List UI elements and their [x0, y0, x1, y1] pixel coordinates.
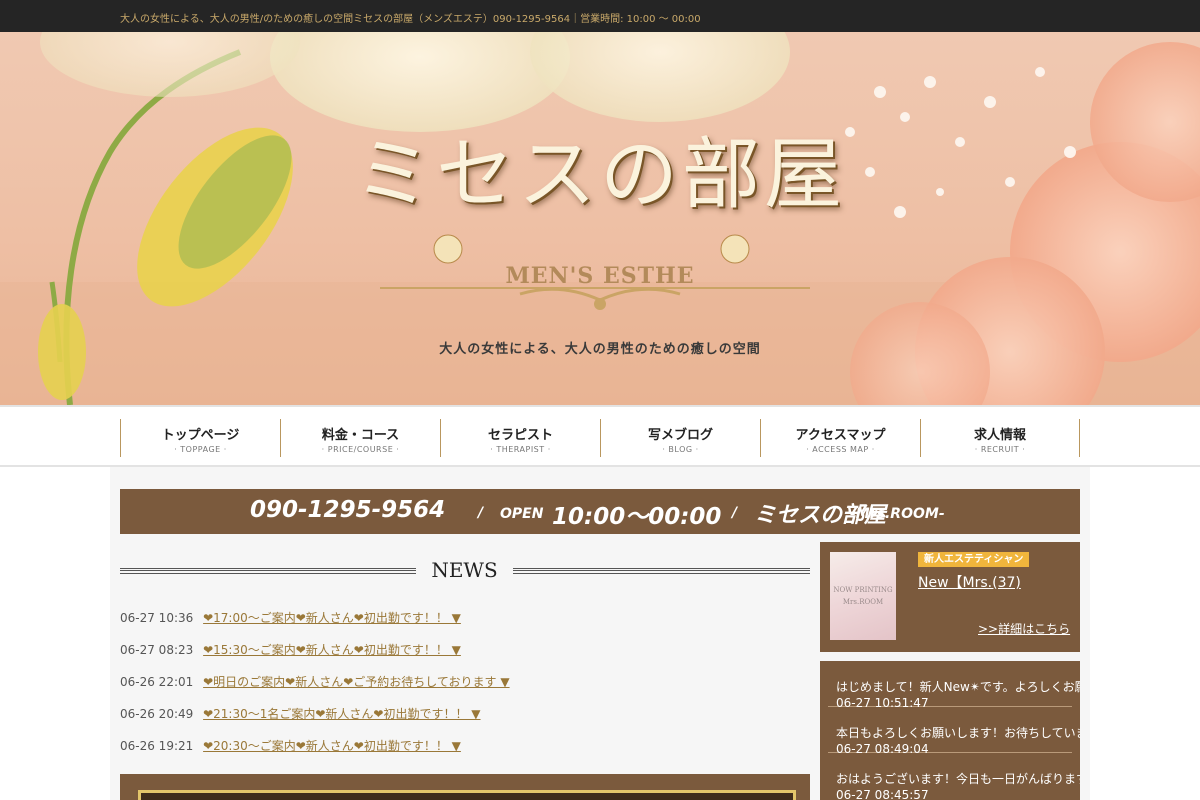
top-info-bar: 大人の女性による、大人の男性/のための癒しの空間ミセスの部屋（メンズエステ）09… [0, 0, 1200, 32]
blog-entry-title[interactable]: はじめまして！新人New✴です。よろしくお願いいたします！ [836, 678, 1080, 695]
news-heading-rule [513, 568, 810, 574]
news-date: 06-27 10:36 [120, 611, 194, 625]
nav-sub: · ACCESS MAP · [806, 445, 875, 454]
news-link[interactable]: ❤15:30～ご案内❤新人さん❤初出勤です！！ ▼ [203, 643, 461, 657]
blog-entry-time: 06-27 08:45:57 [836, 788, 929, 800]
news-item: 06-27 08:23 ❤15:30～ご案内❤新人さん❤初出勤です！！ ▼ [120, 641, 461, 659]
thumb-placeholder-text: Mrs.ROOM [842, 598, 884, 606]
blog-entry-title[interactable]: おはようございます！今日も一日がんばります [836, 770, 1080, 787]
nav-label: 求人情報 [973, 428, 1026, 443]
band-hours: 10:00～00:00 [552, 504, 722, 530]
nav-label: 写メブログ [647, 428, 713, 443]
blog-entry[interactable]: おはようございます！今日も一日がんばります 06-27 08:45:57 [828, 753, 1080, 800]
news-item: 06-26 19:21 ❤20:30～ご案内❤新人さん❤初出勤です！！ ▼ [120, 737, 461, 755]
band-open-label: OPEN [500, 506, 544, 522]
news-link[interactable]: ❤17:00～ご案内❤新人さん❤初出勤です！！ ▼ [203, 611, 461, 625]
blog-list-card: はじめまして！新人New✴です。よろしくお願いいたします！ 06-27 10:5… [820, 661, 1080, 800]
nav-label: アクセスマップ [795, 428, 886, 443]
main-nav: トップページ · TOPPAGE · 料金・コース · PRICE/COURSE… [0, 405, 1200, 467]
therapist-thumbnail[interactable]: NOW PRINTING Mrs.ROOM [830, 552, 896, 640]
blog-entry-title[interactable]: 本日もよろしくお願いします！お待ちしています [836, 724, 1080, 741]
feature-banner-frame [138, 790, 796, 800]
nav-item-access[interactable]: アクセスマップ · ACCESS MAP · [760, 419, 920, 457]
news-date: 06-26 22:01 [120, 675, 194, 689]
site-logo-title: ミセスの部屋 [353, 130, 846, 220]
news-link[interactable]: ❤20:30～ご案内❤新人さん❤初出勤です！！ ▼ [203, 739, 461, 753]
nav-label: セラピスト [487, 428, 553, 443]
top-info-text: 大人の女性による、大人の男性/のための癒しの空間ミセスの部屋（メンズエステ）09… [120, 14, 701, 25]
news-date: 06-26 20:49 [120, 707, 194, 721]
newcomer-badge: 新人エステティシャン [918, 552, 1030, 567]
news-date: 06-27 08:23 [120, 643, 194, 657]
nav-item-recruit[interactable]: 求人情報 · RECRUIT · [920, 419, 1080, 457]
band-separator: / [732, 505, 738, 521]
newcomer-card: NOW PRINTING Mrs.ROOM 新人エステティシャン New【Mrs… [820, 542, 1080, 652]
details-link[interactable]: >>詳細はこちら [978, 620, 1070, 637]
news-date: 06-26 19:21 [120, 739, 194, 753]
nav-sub: · BLOG · [662, 445, 699, 454]
therapist-name-link[interactable]: New【Mrs.(37) [918, 572, 1021, 592]
band-phone[interactable]: 090-1295-9564 [250, 497, 445, 523]
nav-label: 料金・コース [321, 428, 400, 443]
news-heading-rule [120, 568, 416, 574]
nav-sub: · PRICE/COURSE · [321, 445, 400, 454]
blog-entry[interactable]: 本日もよろしくお願いします！お待ちしています 06-27 08:49:04 [828, 707, 1080, 756]
nav-sub: · RECRUIT · [974, 445, 1026, 454]
contact-info-band: 090-1295-9564 / OPEN 10:00～00:00 / ミセスの部… [120, 489, 1080, 534]
nav-item-therapist[interactable]: セラピスト · THERAPIST · [440, 419, 600, 457]
nav-sub: · THERAPIST · [490, 445, 551, 454]
site-logo-subtitle: MEN'S ESTHE [505, 263, 695, 289]
news-item: 06-26 20:49 ❤21:30～1名ご案内❤新人さん❤初出勤です！！ ▼ [120, 705, 481, 723]
news-item: 06-26 22:01 ❤明日のご案内❤新人さん❤ご予約お待ちしております ▼ [120, 673, 510, 691]
news-link[interactable]: ❤明日のご案内❤新人さん❤ご予約お待ちしております ▼ [203, 675, 510, 689]
blog-entry[interactable]: はじめまして！新人New✴です。よろしくお願いいたします！ 06-27 10:5… [828, 661, 1080, 710]
thumb-placeholder-text: NOW PRINTING [833, 586, 893, 594]
nav-sub: · TOPPAGE · [174, 445, 227, 454]
news-heading: NEWS [120, 556, 810, 586]
band-shop-name-en: -Mrs.ROOM- [850, 506, 945, 522]
news-link[interactable]: ❤21:30～1名ご案内❤新人さん❤初出勤です！！ ▼ [203, 707, 480, 721]
news-heading-title: NEWS [431, 558, 498, 582]
band-separator: / [478, 505, 484, 521]
news-item: 06-27 10:36 ❤17:00～ご案内❤新人さん❤初出勤です！！ ▼ [120, 609, 461, 627]
nav-label: トップページ [161, 428, 240, 443]
nav-item-price[interactable]: 料金・コース · PRICE/COURSE · [280, 419, 440, 457]
hero-banner: ミセスの部屋 MEN'S ESTHE 大人の女性による、大人の男性のための癒しの… [0, 32, 1200, 405]
feature-banner[interactable] [120, 774, 810, 800]
nav-item-top[interactable]: トップページ · TOPPAGE · [120, 419, 280, 457]
nav-item-blog[interactable]: 写メブログ · BLOG · [600, 419, 760, 457]
hero-tagline: 大人の女性による、大人の男性のための癒しの空間 [439, 342, 761, 357]
